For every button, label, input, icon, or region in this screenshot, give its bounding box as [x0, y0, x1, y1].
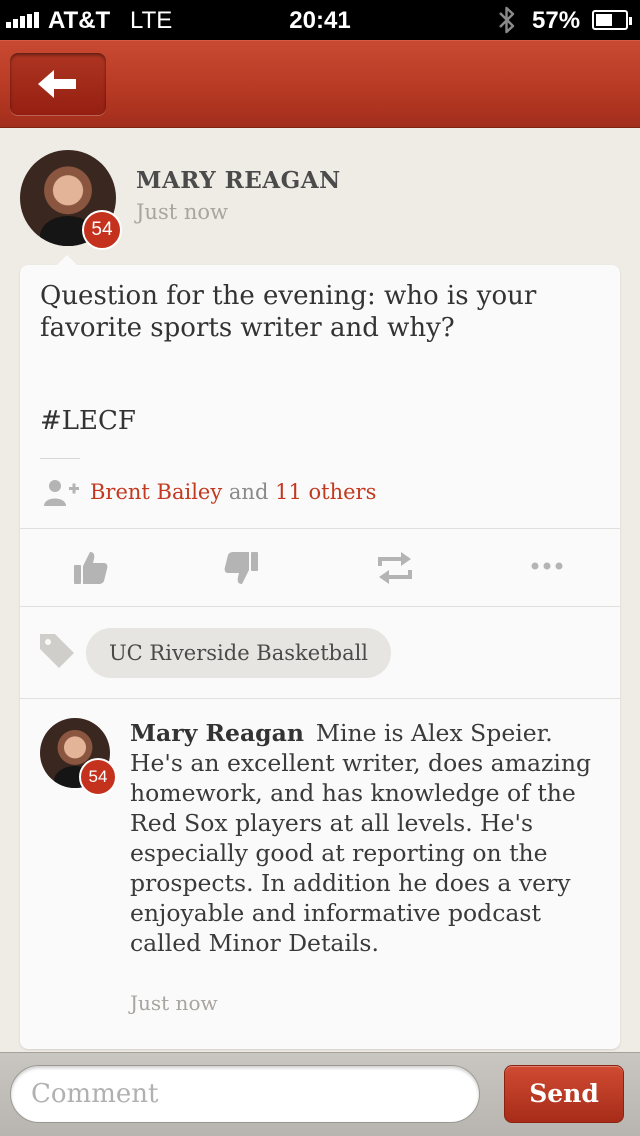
status-bar: AT&T LTE 20:41 57% [0, 0, 640, 40]
comment-text: Mine is Alex Speier. He's an excellent w… [130, 719, 592, 957]
thumbs-down-icon[interactable] [222, 548, 262, 588]
commenter-badge: 54 [79, 758, 117, 796]
divider [20, 528, 620, 529]
send-button[interactable]: Send [504, 1065, 624, 1123]
author-badge: 54 [82, 210, 122, 250]
likes-others-link[interactable]: 11 others [275, 480, 376, 504]
battery-percent: 57% [532, 7, 581, 34]
commenter-name[interactable]: Mary Reagan [130, 719, 304, 747]
add-user-icon [44, 480, 79, 506]
thumbs-up-icon[interactable] [70, 548, 110, 588]
bluetooth-icon [499, 6, 515, 34]
card-pointer [56, 255, 78, 266]
back-button[interactable] [10, 53, 106, 115]
liker-name[interactable]: Brent Bailey [90, 480, 222, 504]
divider [20, 698, 620, 699]
topic-tag[interactable]: UC Riverside Basketball [86, 628, 391, 678]
comment-timestamp: Just now [130, 991, 218, 1015]
comment-input[interactable] [10, 1065, 480, 1123]
likes-connector: and [228, 480, 269, 504]
battery-icon [592, 10, 632, 30]
likes-summary: Brent Bailey and 11 others [90, 480, 376, 504]
divider [20, 606, 620, 607]
post-timestamp: Just now [136, 200, 228, 224]
arrow-left-icon [38, 70, 76, 98]
post-hashtag[interactable]: #LECF [40, 406, 136, 436]
nav-bar [0, 40, 640, 128]
author-name[interactable]: MARY REAGAN [136, 167, 341, 194]
tag-icon [40, 634, 74, 668]
post-body: Question for the evening: who is your fa… [40, 281, 537, 343]
comment-item: Mary Reagan Mine is Alex Speier. He's an … [130, 718, 600, 958]
more-icon[interactable] [527, 548, 567, 588]
repost-icon[interactable] [375, 548, 415, 588]
divider [40, 458, 80, 459]
